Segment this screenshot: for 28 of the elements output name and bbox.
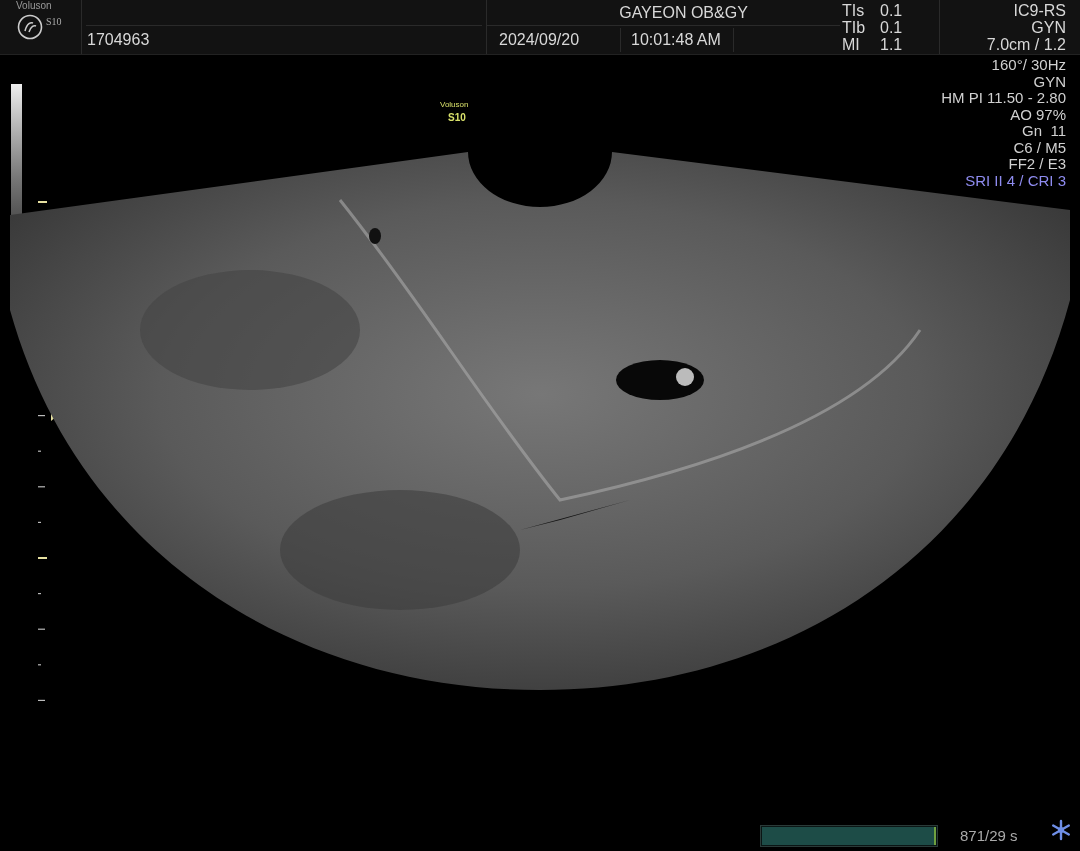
- imaging-parameter: SRI II 4 / CRI 3: [965, 172, 1066, 189]
- logo-icon: [17, 14, 43, 40]
- patient-id: 1704963: [87, 30, 150, 50]
- exam-date: 2024/09/20: [487, 28, 621, 52]
- imaging-parameter: AO 97%: [1010, 106, 1066, 123]
- imaging-parameter: 160°/ 30Hz: [991, 57, 1066, 74]
- probe-setting: 7.0cm / 1.2: [986, 35, 1066, 53]
- index-value: 0.1: [880, 18, 903, 36]
- probe-setting: GYN: [1031, 18, 1066, 36]
- index-value: 0.1: [880, 1, 903, 19]
- cine-frame-count: 871/29 s: [960, 826, 1018, 846]
- index-value: 1.1: [880, 35, 903, 53]
- index-label: MI: [842, 35, 861, 53]
- imaging-parameter: FF2 / E3: [1008, 156, 1066, 173]
- image-model-label: S10: [448, 113, 466, 123]
- imaging-parameter: C6 / M5: [1013, 139, 1066, 156]
- imaging-parameter: HM PI 11.50 - 2.80: [941, 90, 1066, 107]
- probe-setting: IC9-RS: [1013, 1, 1066, 19]
- index-label: TIb: [842, 18, 867, 36]
- index-label: TIs: [842, 1, 866, 19]
- imaging-parameter: Gn 11: [1022, 123, 1066, 140]
- institution-name: GAYEON OB&GY: [619, 2, 748, 23]
- brand-name: Voluson: [16, 1, 52, 11]
- freeze-snowflake-icon[interactable]: [1050, 819, 1072, 841]
- image-brand-label: Voluson: [440, 101, 469, 109]
- exam-time: 10:01:48 AM: [621, 28, 734, 52]
- imaging-parameter: GYN: [1033, 73, 1066, 90]
- model-name: S10: [46, 15, 62, 29]
